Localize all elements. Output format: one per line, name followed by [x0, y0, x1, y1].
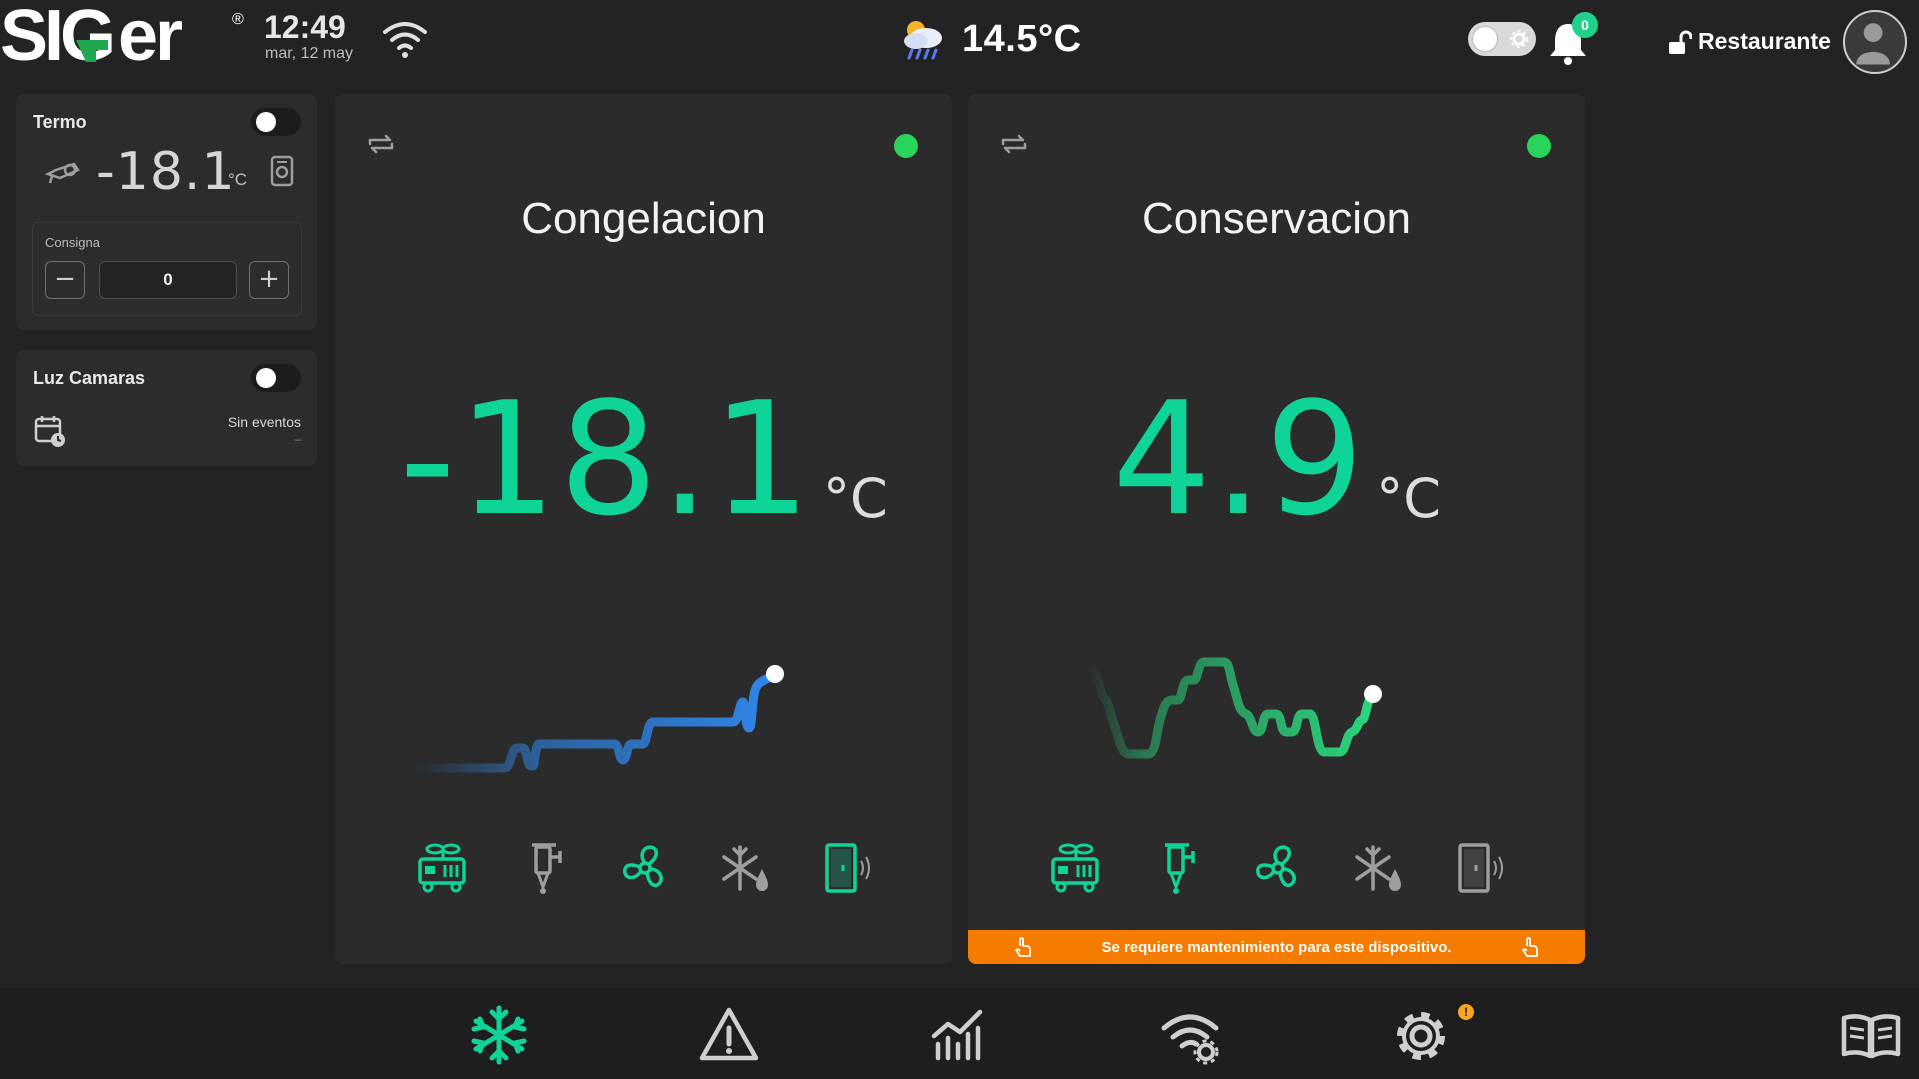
luz-camaras-card[interactable]: Luz Camaras Sin eventos – [16, 350, 317, 466]
compressor-icon [1051, 843, 1099, 893]
door-icon [1458, 843, 1503, 893]
valve-icon [1165, 843, 1195, 894]
toggle-knob [256, 112, 276, 132]
tap-hand-icon [1522, 937, 1538, 957]
svg-text:®: ® [232, 11, 244, 28]
tap-hand-icon [1015, 937, 1031, 957]
notification-count-badge: 0 [1572, 12, 1598, 38]
chamber-temperature: -18.1 °C [335, 374, 952, 544]
luz-events-sub: – [294, 432, 301, 446]
gear-icon [1510, 30, 1528, 48]
snowflake-icon [471, 1005, 527, 1065]
fan-icon [623, 845, 663, 888]
outdoor-temperature: 14.5°C [962, 17, 1082, 60]
settings-icon [1397, 1012, 1445, 1060]
clock: 12:49 mar, 12 may [264, 10, 353, 64]
status-indicator [1527, 134, 1551, 158]
temperature-unit: °C [822, 467, 888, 530]
defrost-icon [1355, 845, 1401, 891]
equipment-status-icons [1048, 839, 1508, 899]
status-indicator [894, 134, 918, 158]
temperature-unit: °C [1376, 467, 1441, 530]
unlock-icon[interactable] [1666, 30, 1692, 56]
termo-unit: °C [228, 170, 248, 189]
termo-reading: -18.1 °C [44, 142, 304, 202]
toggle-knob [256, 368, 276, 388]
setpoint-label: Consigna [45, 235, 100, 250]
nav-settings[interactable] [1386, 1000, 1456, 1070]
setpoint-input[interactable]: 0 [99, 261, 237, 299]
toggle-knob [1473, 27, 1497, 51]
setpoint-control: Consigna − 0 + [32, 222, 302, 316]
sync-icon[interactable] [998, 128, 1030, 160]
svg-text:er: er [118, 0, 182, 76]
settings-mode-toggle[interactable] [1468, 22, 1536, 56]
valve-icon [532, 843, 562, 894]
door-icon [825, 843, 870, 893]
avatar[interactable] [1843, 10, 1907, 74]
bottom-navigation [0, 988, 1919, 1079]
alert-icon [699, 1007, 759, 1061]
setpoint-increase-button[interactable]: + [249, 261, 289, 299]
manual-icon [1841, 1014, 1901, 1059]
luz-toggle[interactable] [251, 364, 301, 392]
termo-card[interactable]: Termo -18.1 °C Consigna − 0 + [16, 94, 317, 330]
luz-title: Luz Camaras [33, 368, 146, 388]
wifi-icon[interactable] [380, 18, 430, 60]
probe-icon [270, 155, 294, 187]
calendar-clock-icon[interactable] [34, 414, 66, 448]
defrost-icon [722, 845, 768, 891]
termo-title: Termo [33, 112, 87, 132]
siger-logo: SIG er ® [0, 0, 244, 76]
termo-temperature: -18.1 [96, 142, 236, 202]
setpoint-decrease-button[interactable]: − [45, 261, 85, 299]
cloud-sun-rain-icon [904, 21, 942, 60]
temperature-value: -18.1 [399, 368, 813, 550]
wifi-settings-icon [1161, 1014, 1219, 1065]
heater-icon [44, 162, 80, 184]
nav-alarms[interactable] [694, 1000, 764, 1070]
fan-icon [1256, 845, 1296, 888]
luz-events-status: Sin eventos [227, 414, 301, 430]
chamber-panel-congelacion[interactable]: Congelacion -18.1 °C [335, 94, 952, 964]
chamber-title: Conservacion [1141, 194, 1412, 243]
temperature-trend-chart [1083, 657, 1382, 759]
clock-date: mar, 12 may [265, 45, 354, 62]
nav-chambers[interactable] [464, 1000, 534, 1070]
top-bar: SIG er ® 12:49 mar, 12 may 14.5°C 0 Rest… [0, 0, 1919, 84]
sync-icon[interactable] [365, 128, 397, 160]
svg-text:SIG: SIG [0, 0, 112, 76]
maintenance-message: Se requiere mantenimiento para este disp… [1101, 938, 1452, 956]
equipment-status-icons [415, 839, 875, 899]
maintenance-banner[interactable]: Se requiere mantenimiento para este disp… [968, 930, 1585, 964]
compressor-icon [418, 843, 466, 893]
temperature-trend-chart [415, 665, 784, 773]
nav-network[interactable] [1156, 1000, 1226, 1070]
nav-history[interactable] [924, 1000, 994, 1070]
temperature-value: 4.9 [1112, 368, 1367, 550]
clock-time: 12:49 [264, 9, 346, 45]
settings-warning-badge: ! [1458, 1004, 1474, 1020]
user-name[interactable]: Restaurante [1698, 28, 1831, 55]
chamber-temperature: 4.9 °C [968, 374, 1585, 544]
chart-icon [931, 1009, 983, 1061]
nav-manual[interactable] [1836, 1000, 1906, 1070]
user-icon [1856, 23, 1890, 65]
termo-toggle[interactable] [251, 108, 301, 136]
chamber-title: Congelacion [521, 194, 766, 243]
chamber-panel-conservacion[interactable]: Conservacion 4.9 °C Se requiere mantenim… [968, 94, 1585, 964]
weather-widget: 14.5°C [898, 16, 1082, 62]
